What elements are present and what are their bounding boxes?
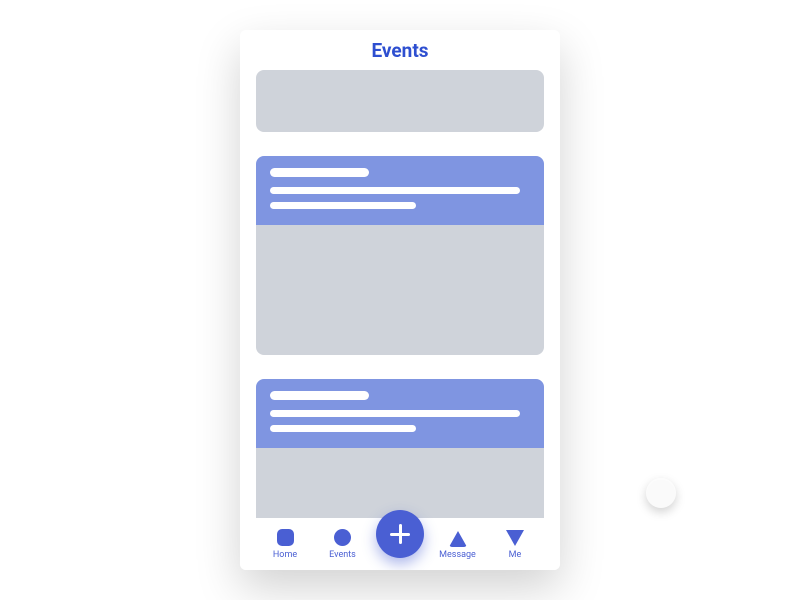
tab-home[interactable]: Home bbox=[262, 529, 308, 560]
profile-icon bbox=[506, 529, 524, 547]
tab-me[interactable]: Me bbox=[492, 529, 538, 560]
skeleton-title bbox=[270, 168, 369, 177]
event-card-body bbox=[256, 225, 544, 355]
tab-label: Me bbox=[509, 550, 522, 560]
skeleton-line bbox=[270, 187, 520, 194]
skeleton-line bbox=[270, 410, 520, 417]
events-icon bbox=[334, 529, 352, 547]
content-area[interactable] bbox=[240, 70, 560, 518]
home-icon bbox=[276, 529, 294, 547]
tab-bar: Home Events Message Me bbox=[240, 518, 560, 570]
tab-events[interactable]: Events bbox=[320, 529, 366, 560]
event-card-body bbox=[256, 448, 544, 518]
event-card[interactable] bbox=[256, 379, 544, 518]
tab-label: Home bbox=[273, 550, 297, 560]
event-card[interactable] bbox=[256, 156, 544, 355]
event-card-header bbox=[256, 379, 544, 448]
event-card-header bbox=[256, 156, 544, 225]
add-button[interactable] bbox=[376, 510, 424, 558]
tab-label: Events bbox=[329, 550, 356, 560]
skeleton-line bbox=[270, 202, 416, 209]
device-frame: Events bbox=[240, 30, 560, 570]
side-knob[interactable] bbox=[646, 478, 676, 508]
banner-placeholder bbox=[256, 70, 544, 132]
skeleton-line bbox=[270, 425, 416, 432]
page-title: Events bbox=[371, 39, 428, 62]
bell-icon bbox=[449, 529, 467, 547]
tab-label: Message bbox=[439, 550, 476, 560]
tab-message[interactable]: Message bbox=[435, 529, 481, 560]
header: Events bbox=[240, 30, 560, 70]
skeleton-title bbox=[270, 391, 369, 400]
